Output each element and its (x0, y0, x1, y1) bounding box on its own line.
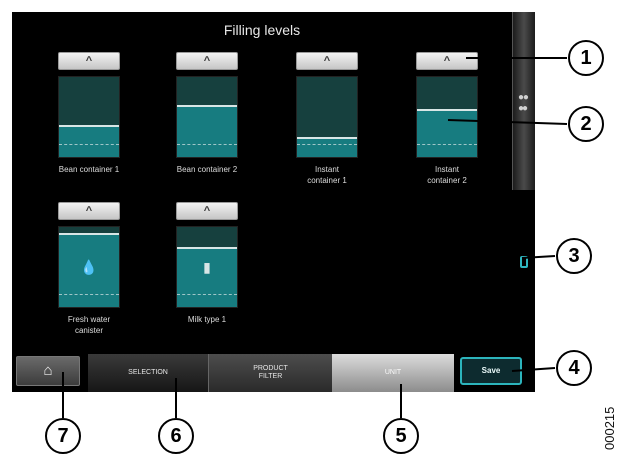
bottom-navigation: ⌂ SELECTION PRODUCT FILTER UNIT Save (12, 354, 535, 392)
document-number: 000215 (602, 406, 617, 450)
tile-label: Milk type 1 (187, 315, 227, 324)
callout-3: 3 (556, 238, 592, 274)
up-arrow-button[interactable]: ^ (176, 52, 238, 70)
callout-4: 4 (556, 350, 592, 386)
milk-bottle-icon: ▮ (203, 259, 211, 275)
page-title: Filling levels (223, 22, 301, 38)
up-arrow-button[interactable]: ^ (176, 202, 238, 220)
up-arrow-button[interactable]: ^ (58, 202, 120, 220)
up-arrow-button[interactable]: ^ (58, 52, 120, 70)
home-icon: ⌂ (43, 362, 53, 379)
tab-unit[interactable]: UNIT (332, 354, 454, 392)
water-drop-icon: 💧 (80, 259, 98, 275)
filling-level-gauge[interactable]: 💧 (58, 226, 120, 308)
tab-selection[interactable]: SELECTION (88, 354, 208, 392)
callout-7: 7 (45, 418, 81, 454)
tile-label: Instant container 1 (307, 165, 347, 185)
tile-label: Instant container 2 (427, 165, 467, 185)
save-button[interactable]: Save (460, 357, 522, 385)
filling-level-gauge[interactable] (58, 76, 120, 158)
drops-icon[interactable]: ● ● ●● (518, 92, 529, 114)
scroll-panel[interactable]: ● ● ●● (512, 12, 535, 190)
callout-1: 1 (568, 40, 604, 76)
callout-2: 2 (568, 106, 604, 142)
filling-level-gauge[interactable] (176, 76, 238, 158)
filling-level-gauge[interactable]: ▮ (176, 226, 238, 308)
touch-screen: Filling levels ^ Bean container 1 ^ Bean… (12, 12, 535, 392)
filling-level-gauge[interactable] (296, 76, 358, 158)
filling-level-gauge[interactable] (416, 76, 478, 158)
right-side-strip: ● ● ●● (512, 12, 535, 392)
tile-label: Fresh water canister (67, 315, 111, 335)
home-button[interactable]: ⌂ (16, 356, 80, 386)
bottle-icon[interactable] (520, 256, 528, 268)
callout-5: 5 (383, 418, 419, 454)
tile-label: Bean container 1 (58, 165, 120, 174)
callout-6: 6 (158, 418, 194, 454)
up-arrow-button[interactable]: ^ (296, 52, 358, 70)
tile-label: Bean container 2 (176, 165, 238, 174)
tab-product-filter[interactable]: PRODUCT FILTER (208, 354, 332, 392)
up-arrow-button[interactable]: ^ (416, 52, 478, 70)
